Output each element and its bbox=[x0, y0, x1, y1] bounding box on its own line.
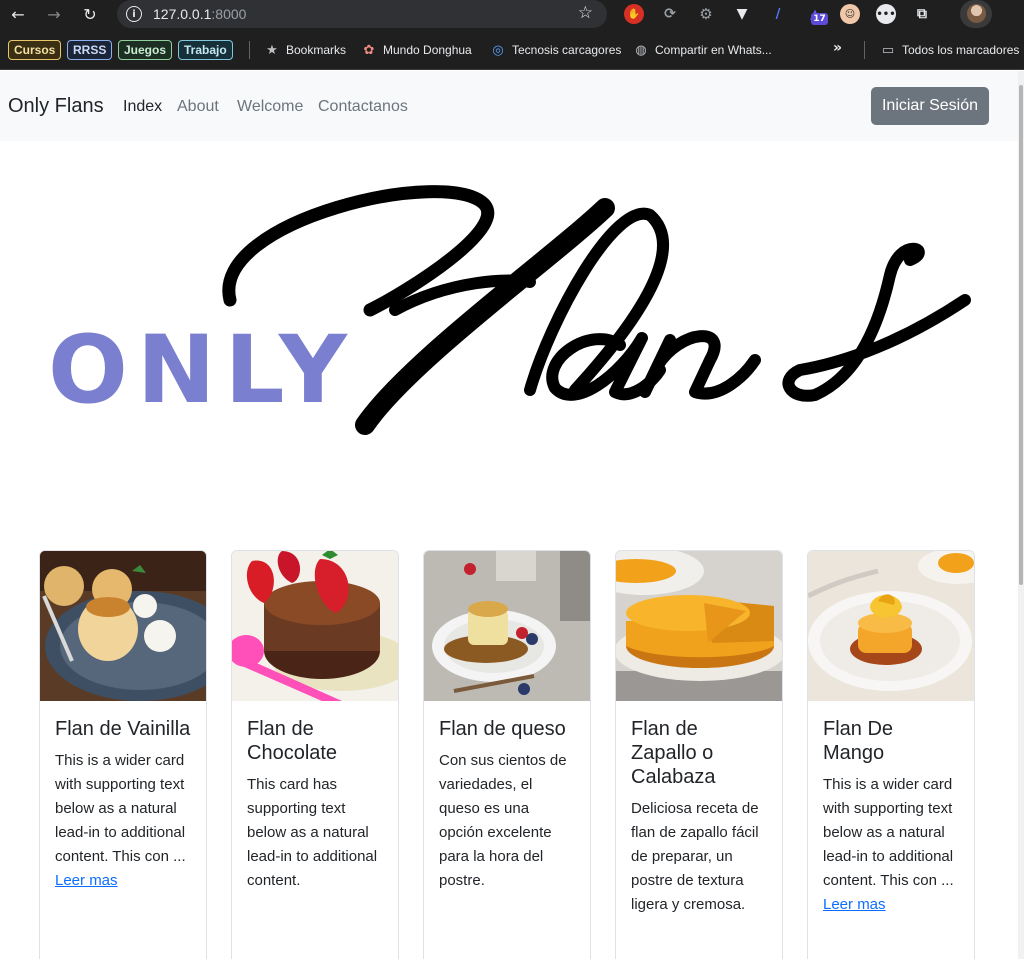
card-text: Deliciosa receta de flan de zapallo fáci… bbox=[631, 797, 767, 917]
face-extension-icon[interactable]: ☺ bbox=[840, 4, 860, 24]
swirl-icon: ◎ bbox=[492, 42, 504, 58]
card-description: This card has supporting text below as a… bbox=[247, 776, 378, 889]
bookmarks-bar: Cursos RRSS Juegos Trabajo ★ Bookmarks ✿… bbox=[0, 28, 1024, 70]
bookmark-folder-juegos[interactable]: Juegos bbox=[118, 40, 173, 60]
folder-icon: ▭ bbox=[881, 42, 895, 58]
bookmark-label: Tecnosis carcagores bbox=[512, 43, 622, 57]
reload-icon[interactable]: ↻ bbox=[78, 2, 102, 26]
settings-extension-icon[interactable]: ⚙ bbox=[696, 4, 716, 24]
bookmarks-divider bbox=[249, 41, 250, 59]
address-url: 127.0.0.1:8000 bbox=[153, 6, 247, 22]
card-image-chocolate bbox=[232, 551, 398, 701]
more-bookmarks-icon[interactable]: » bbox=[833, 40, 842, 56]
card-title: Flan de Chocolate bbox=[247, 718, 338, 764]
globe-icon: ◍ bbox=[635, 42, 647, 58]
profile-avatar[interactable] bbox=[960, 0, 992, 28]
login-button[interactable]: Iniciar Sesión bbox=[871, 87, 989, 125]
card-flan-vainilla: Flan de Vainilla This is a wider card wi… bbox=[39, 550, 207, 959]
site-brand[interactable]: Only Flans bbox=[8, 95, 104, 118]
extensions-puzzle-icon[interactable]: ⧉ bbox=[912, 4, 932, 24]
card-text: This is a wider card with supporting tex… bbox=[55, 749, 191, 893]
back-icon[interactable]: ← bbox=[6, 2, 30, 26]
page-scrollbar[interactable] bbox=[1018, 71, 1024, 959]
dots-extension-icon[interactable]: ••• bbox=[876, 4, 896, 24]
bookmark-label: Compartir en Whats... bbox=[655, 43, 772, 57]
card-description: This is a wider card with supporting tex… bbox=[823, 776, 954, 889]
hero-only-word: ONLY bbox=[48, 316, 356, 425]
card-flan-queso: Flan de queso Con sus cientos de varieda… bbox=[423, 550, 591, 959]
scrollbar-thumb[interactable] bbox=[1019, 85, 1023, 585]
card-image-zapallo bbox=[616, 551, 782, 701]
card-text: Con sus cientos de variedades, el queso … bbox=[439, 749, 575, 893]
bookmark-whatsapp[interactable]: ◍ Compartir en Whats... bbox=[633, 41, 772, 59]
star-icon: ★ bbox=[266, 42, 278, 58]
address-bar[interactable]: i 127.0.0.1:8000 ☆ bbox=[117, 0, 607, 28]
bookmark-folder-trabajo[interactable]: Trabajo bbox=[178, 40, 233, 60]
forward-icon[interactable]: → bbox=[42, 2, 66, 26]
hero-logo: ONLY bbox=[48, 185, 971, 435]
card-image-queso bbox=[424, 551, 590, 701]
card-text: This card has supporting text below as a… bbox=[247, 773, 383, 893]
card-flan-mango: Flan De Mango This is a wider card with … bbox=[807, 550, 975, 959]
bookmark-label: Bookmarks bbox=[286, 43, 347, 57]
card-description: Con sus cientos de variedades, el queso … bbox=[439, 752, 567, 889]
card-description: This is a wider card with supporting tex… bbox=[55, 752, 186, 865]
card-title: Flan de queso bbox=[439, 718, 566, 740]
nav-link-welcome[interactable]: Welcome bbox=[237, 98, 303, 116]
card-title: Flan de Zapallo o Calabaza bbox=[631, 718, 716, 788]
card-title: Flan De Mango bbox=[823, 718, 894, 764]
extension-badge: 17 bbox=[811, 13, 828, 25]
site-info-icon[interactable]: i bbox=[126, 6, 142, 22]
read-more-link[interactable]: Leer mas bbox=[55, 872, 118, 889]
card-description: Deliciosa receta de flan de zapallo fáci… bbox=[631, 800, 759, 913]
card-flan-chocolate: Flan de Chocolate This card has supporti… bbox=[231, 550, 399, 959]
pen-extension-icon[interactable]: / bbox=[768, 4, 788, 24]
history-extension-icon[interactable]: ⟳ bbox=[660, 4, 680, 24]
bookmark-tecnosis[interactable]: ◎ Tecnosis carcagores bbox=[490, 41, 621, 59]
all-bookmarks-folder[interactable]: ▭ Todos los marcadores bbox=[880, 41, 1020, 59]
read-more-link[interactable]: Leer mas bbox=[823, 896, 886, 913]
vue-devtools-icon[interactable]: ▼ bbox=[732, 4, 752, 24]
nav-link-index[interactable]: Index bbox=[123, 98, 162, 116]
bookmark-folder-cursos[interactable]: Cursos bbox=[8, 40, 62, 60]
donghua-icon: ✿ bbox=[363, 42, 375, 58]
card-text: This is a wider card with supporting tex… bbox=[823, 773, 959, 917]
browser-toolbar: ← → ↻ i 127.0.0.1:8000 ☆ ✋ ⟳ ⚙ ▼ / ▲ 17 … bbox=[0, 0, 1024, 28]
bookmark-star-icon[interactable]: ☆ bbox=[578, 3, 593, 23]
card-title: Flan de Vainilla bbox=[55, 718, 191, 740]
card-image-mango bbox=[808, 551, 974, 701]
bookmark-mundo-donghua[interactable]: ✿ Mundo Donghua bbox=[361, 41, 472, 59]
nav-link-about[interactable]: About bbox=[177, 98, 219, 116]
bookmark-label: Todos los marcadores bbox=[902, 43, 1020, 57]
site-navbar: Only Flans Index About Welcome Contactan… bbox=[0, 71, 1018, 141]
bookmarks-divider bbox=[864, 41, 865, 59]
card-flan-zapallo: Flan de Zapallo o Calabaza Deliciosa rec… bbox=[615, 550, 783, 959]
bookmark-bookmarks[interactable]: ★ Bookmarks bbox=[264, 41, 346, 59]
adblock-extension-icon[interactable]: ✋ bbox=[624, 4, 644, 24]
nav-link-contactanos[interactable]: Contactanos bbox=[318, 98, 408, 116]
card-image-vainilla bbox=[40, 551, 206, 701]
bookmark-folder-rrss[interactable]: RRSS bbox=[67, 40, 113, 60]
bookmark-label: Mundo Donghua bbox=[383, 43, 472, 57]
